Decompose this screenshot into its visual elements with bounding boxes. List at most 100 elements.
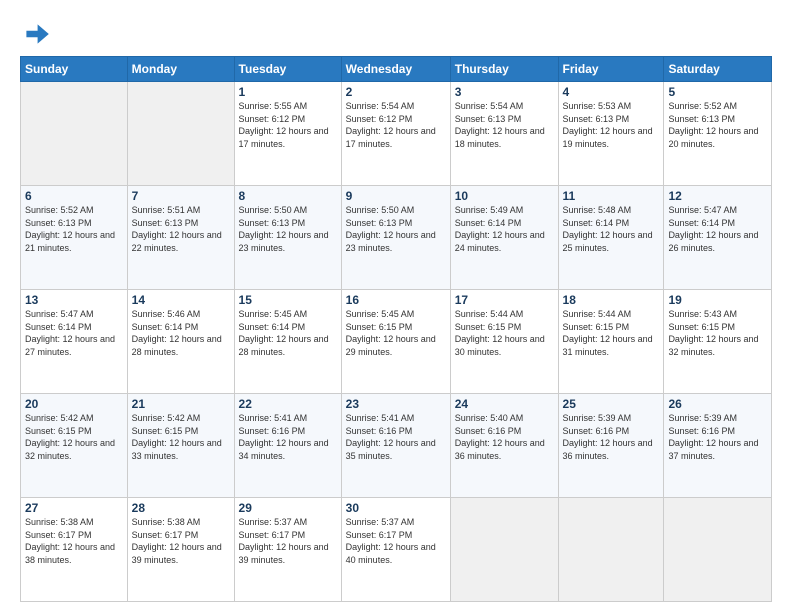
calendar-day-cell: 18Sunrise: 5:44 AM Sunset: 6:15 PM Dayli… [558,290,664,394]
weekday-header: Friday [558,57,664,82]
page: SundayMondayTuesdayWednesdayThursdayFrid… [0,0,792,612]
weekday-header: Sunday [21,57,128,82]
day-number: 5 [668,85,767,99]
day-number: 22 [239,397,337,411]
day-number: 27 [25,501,123,515]
calendar-day-cell: 28Sunrise: 5:38 AM Sunset: 6:17 PM Dayli… [127,498,234,602]
day-number: 2 [346,85,446,99]
day-number: 9 [346,189,446,203]
day-info: Sunrise: 5:52 AM Sunset: 6:13 PM Dayligh… [25,204,123,254]
day-info: Sunrise: 5:42 AM Sunset: 6:15 PM Dayligh… [132,412,230,462]
day-number: 30 [346,501,446,515]
calendar-day-cell: 24Sunrise: 5:40 AM Sunset: 6:16 PM Dayli… [450,394,558,498]
calendar-week-row: 1Sunrise: 5:55 AM Sunset: 6:12 PM Daylig… [21,82,772,186]
calendar-week-row: 6Sunrise: 5:52 AM Sunset: 6:13 PM Daylig… [21,186,772,290]
day-info: Sunrise: 5:43 AM Sunset: 6:15 PM Dayligh… [668,308,767,358]
day-info: Sunrise: 5:54 AM Sunset: 6:12 PM Dayligh… [346,100,446,150]
day-info: Sunrise: 5:39 AM Sunset: 6:16 PM Dayligh… [563,412,660,462]
day-number: 7 [132,189,230,203]
day-number: 4 [563,85,660,99]
calendar-day-cell: 16Sunrise: 5:45 AM Sunset: 6:15 PM Dayli… [341,290,450,394]
day-number: 21 [132,397,230,411]
day-number: 17 [455,293,554,307]
calendar-day-cell: 20Sunrise: 5:42 AM Sunset: 6:15 PM Dayli… [21,394,128,498]
weekday-header: Tuesday [234,57,341,82]
calendar-day-cell: 9Sunrise: 5:50 AM Sunset: 6:13 PM Daylig… [341,186,450,290]
calendar-week-row: 20Sunrise: 5:42 AM Sunset: 6:15 PM Dayli… [21,394,772,498]
calendar-day-cell: 3Sunrise: 5:54 AM Sunset: 6:13 PM Daylig… [450,82,558,186]
calendar-week-row: 13Sunrise: 5:47 AM Sunset: 6:14 PM Dayli… [21,290,772,394]
logo [20,18,56,50]
day-info: Sunrise: 5:47 AM Sunset: 6:14 PM Dayligh… [668,204,767,254]
calendar-day-cell [127,82,234,186]
day-number: 20 [25,397,123,411]
day-info: Sunrise: 5:49 AM Sunset: 6:14 PM Dayligh… [455,204,554,254]
calendar-day-cell: 29Sunrise: 5:37 AM Sunset: 6:17 PM Dayli… [234,498,341,602]
calendar-table: SundayMondayTuesdayWednesdayThursdayFrid… [20,56,772,602]
day-info: Sunrise: 5:44 AM Sunset: 6:15 PM Dayligh… [455,308,554,358]
day-number: 19 [668,293,767,307]
calendar-day-cell: 30Sunrise: 5:37 AM Sunset: 6:17 PM Dayli… [341,498,450,602]
calendar-day-cell: 11Sunrise: 5:48 AM Sunset: 6:14 PM Dayli… [558,186,664,290]
calendar-day-cell: 22Sunrise: 5:41 AM Sunset: 6:16 PM Dayli… [234,394,341,498]
calendar-day-cell: 1Sunrise: 5:55 AM Sunset: 6:12 PM Daylig… [234,82,341,186]
day-number: 15 [239,293,337,307]
day-number: 11 [563,189,660,203]
day-info: Sunrise: 5:46 AM Sunset: 6:14 PM Dayligh… [132,308,230,358]
day-info: Sunrise: 5:39 AM Sunset: 6:16 PM Dayligh… [668,412,767,462]
day-info: Sunrise: 5:52 AM Sunset: 6:13 PM Dayligh… [668,100,767,150]
calendar-day-cell: 5Sunrise: 5:52 AM Sunset: 6:13 PM Daylig… [664,82,772,186]
day-number: 18 [563,293,660,307]
day-info: Sunrise: 5:40 AM Sunset: 6:16 PM Dayligh… [455,412,554,462]
day-number: 8 [239,189,337,203]
weekday-header: Wednesday [341,57,450,82]
day-number: 25 [563,397,660,411]
calendar-day-cell: 2Sunrise: 5:54 AM Sunset: 6:12 PM Daylig… [341,82,450,186]
day-number: 24 [455,397,554,411]
day-number: 28 [132,501,230,515]
day-info: Sunrise: 5:37 AM Sunset: 6:17 PM Dayligh… [346,516,446,566]
day-number: 3 [455,85,554,99]
calendar-day-cell: 19Sunrise: 5:43 AM Sunset: 6:15 PM Dayli… [664,290,772,394]
day-info: Sunrise: 5:50 AM Sunset: 6:13 PM Dayligh… [346,204,446,254]
calendar-day-cell: 23Sunrise: 5:41 AM Sunset: 6:16 PM Dayli… [341,394,450,498]
calendar-day-cell: 14Sunrise: 5:46 AM Sunset: 6:14 PM Dayli… [127,290,234,394]
day-number: 6 [25,189,123,203]
calendar-day-cell [450,498,558,602]
calendar-day-cell: 10Sunrise: 5:49 AM Sunset: 6:14 PM Dayli… [450,186,558,290]
day-number: 23 [346,397,446,411]
calendar-day-cell: 15Sunrise: 5:45 AM Sunset: 6:14 PM Dayli… [234,290,341,394]
day-info: Sunrise: 5:38 AM Sunset: 6:17 PM Dayligh… [25,516,123,566]
day-number: 26 [668,397,767,411]
day-info: Sunrise: 5:41 AM Sunset: 6:16 PM Dayligh… [239,412,337,462]
day-number: 12 [668,189,767,203]
day-info: Sunrise: 5:50 AM Sunset: 6:13 PM Dayligh… [239,204,337,254]
calendar-day-cell: 21Sunrise: 5:42 AM Sunset: 6:15 PM Dayli… [127,394,234,498]
day-number: 10 [455,189,554,203]
day-number: 1 [239,85,337,99]
day-info: Sunrise: 5:53 AM Sunset: 6:13 PM Dayligh… [563,100,660,150]
day-info: Sunrise: 5:47 AM Sunset: 6:14 PM Dayligh… [25,308,123,358]
day-number: 29 [239,501,337,515]
day-info: Sunrise: 5:48 AM Sunset: 6:14 PM Dayligh… [563,204,660,254]
day-info: Sunrise: 5:41 AM Sunset: 6:16 PM Dayligh… [346,412,446,462]
calendar-day-cell: 25Sunrise: 5:39 AM Sunset: 6:16 PM Dayli… [558,394,664,498]
weekday-header: Saturday [664,57,772,82]
calendar-day-cell: 4Sunrise: 5:53 AM Sunset: 6:13 PM Daylig… [558,82,664,186]
day-info: Sunrise: 5:54 AM Sunset: 6:13 PM Dayligh… [455,100,554,150]
day-info: Sunrise: 5:45 AM Sunset: 6:14 PM Dayligh… [239,308,337,358]
calendar-header-row: SundayMondayTuesdayWednesdayThursdayFrid… [21,57,772,82]
day-info: Sunrise: 5:44 AM Sunset: 6:15 PM Dayligh… [563,308,660,358]
day-info: Sunrise: 5:37 AM Sunset: 6:17 PM Dayligh… [239,516,337,566]
calendar-day-cell: 27Sunrise: 5:38 AM Sunset: 6:17 PM Dayli… [21,498,128,602]
calendar-day-cell [21,82,128,186]
calendar-day-cell [558,498,664,602]
day-number: 14 [132,293,230,307]
weekday-header: Monday [127,57,234,82]
day-info: Sunrise: 5:38 AM Sunset: 6:17 PM Dayligh… [132,516,230,566]
calendar-day-cell: 17Sunrise: 5:44 AM Sunset: 6:15 PM Dayli… [450,290,558,394]
day-info: Sunrise: 5:45 AM Sunset: 6:15 PM Dayligh… [346,308,446,358]
calendar-day-cell: 8Sunrise: 5:50 AM Sunset: 6:13 PM Daylig… [234,186,341,290]
day-info: Sunrise: 5:42 AM Sunset: 6:15 PM Dayligh… [25,412,123,462]
calendar-day-cell: 6Sunrise: 5:52 AM Sunset: 6:13 PM Daylig… [21,186,128,290]
